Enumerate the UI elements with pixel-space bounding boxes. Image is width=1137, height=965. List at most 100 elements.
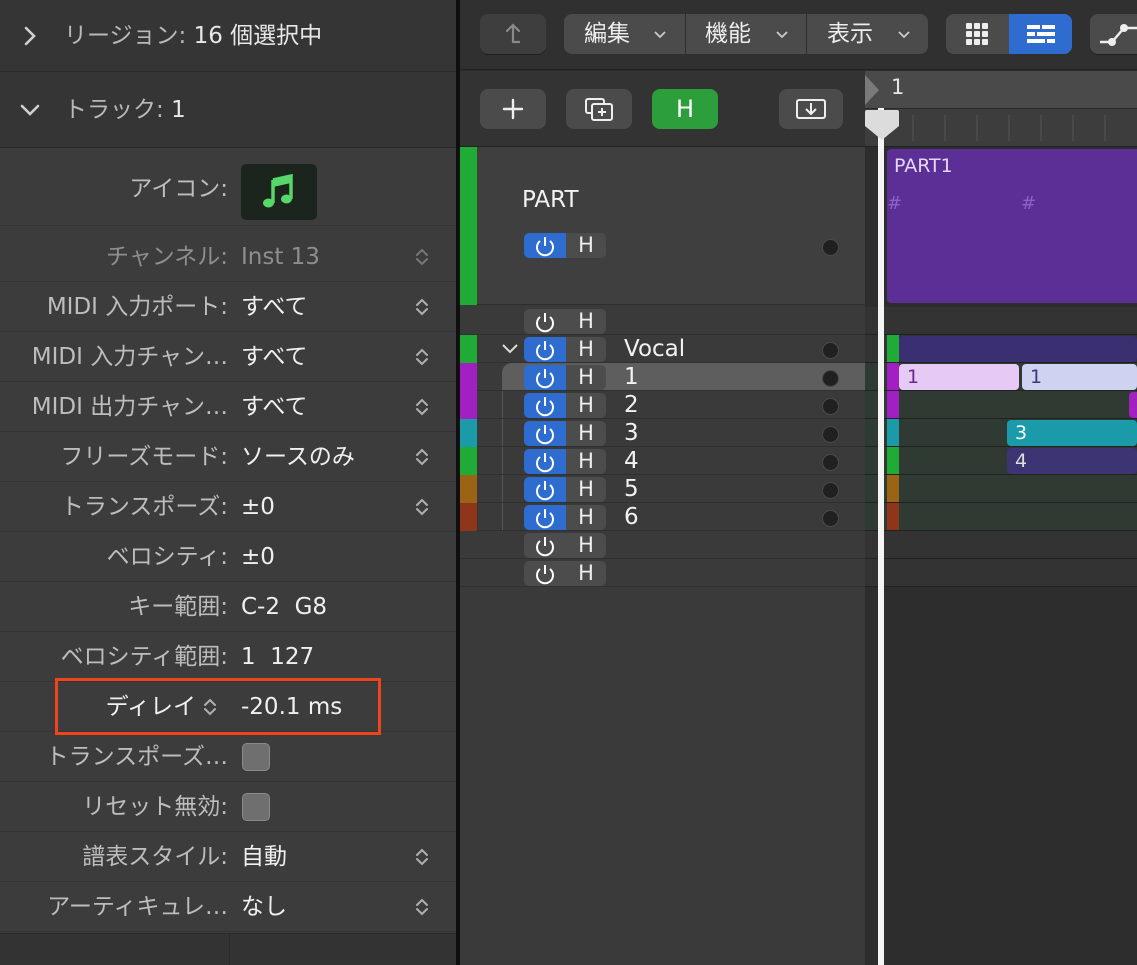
folder-region-part1[interactable]: PART1 # # [887, 149, 1137, 303]
no-reset-checkbox[interactable] [242, 793, 270, 821]
track-power-button[interactable] [524, 337, 566, 362]
param-value[interactable]: C-2 G8 [241, 582, 327, 632]
automation-button[interactable] [1090, 14, 1137, 54]
track-name[interactable]: 1 [624, 363, 639, 391]
tracks-view-button[interactable] [1009, 14, 1072, 54]
param-value[interactable]: ±0 [241, 532, 275, 582]
region-inspector-header[interactable]: リージョン: 16 個選択中 [0, 0, 456, 72]
menu-edit[interactable]: 編集 [584, 14, 630, 54]
midi-region[interactable] [1129, 392, 1137, 418]
midi-region[interactable]: 4 [1007, 448, 1137, 474]
param-midi-out-channel[interactable]: MIDI 出力チャン… すべて [0, 382, 456, 432]
track-record-dot[interactable] [822, 342, 839, 359]
track-row[interactable]: H3 [460, 419, 865, 447]
track-name[interactable]: Vocal [624, 335, 685, 363]
chevron-down-icon[interactable] [16, 96, 44, 124]
midi-region[interactable]: 1 [899, 364, 1019, 390]
param-midi-in-port[interactable]: MIDI 入力ポート: すべて [0, 282, 456, 332]
region-sliver[interactable] [887, 335, 899, 362]
track-record-dot[interactable] [822, 510, 839, 527]
track-power-button[interactable] [524, 309, 566, 334]
track-power-button[interactable] [524, 365, 566, 390]
param-value[interactable]: Inst 13 [241, 232, 320, 282]
folder-record-dot[interactable] [822, 239, 839, 256]
track-power-button[interactable] [524, 449, 566, 474]
folder-track-name[interactable]: PART [522, 187, 579, 213]
region-sliver[interactable] [887, 447, 899, 474]
param-value[interactable]: なし [241, 882, 287, 932]
folder-hide-button[interactable]: H [566, 233, 606, 258]
folder-power-button[interactable] [524, 233, 566, 258]
track-hide-button[interactable]: H [566, 561, 606, 586]
region-sliver[interactable] [887, 391, 899, 418]
track-lane[interactable] [865, 531, 1137, 559]
track-record-dot[interactable] [822, 426, 839, 443]
transpose-checkbox[interactable] [242, 743, 270, 771]
chevron-right-icon[interactable] [16, 22, 44, 50]
track-record-dot[interactable] [822, 482, 839, 499]
track-hide-button[interactable]: H [566, 337, 606, 362]
marker-ruler[interactable] [865, 109, 1137, 147]
menu-functions[interactable]: 機能 [705, 14, 751, 54]
track-row[interactable]: H4 [460, 447, 865, 475]
track-row[interactable]: H2 [460, 391, 865, 419]
track-record-dot[interactable] [822, 398, 839, 415]
track-icon-picker[interactable] [241, 164, 317, 220]
track-name[interactable]: 2 [624, 391, 639, 419]
track-record-dot[interactable] [822, 370, 839, 387]
param-transpose[interactable]: トランスポーズ: ±0 [0, 482, 456, 532]
midi-region[interactable] [899, 336, 1137, 362]
updown-chevron-icon[interactable] [410, 395, 434, 419]
param-channel[interactable]: チャンネル: Inst 13 [0, 232, 456, 282]
param-value[interactable]: 自動 [241, 832, 287, 882]
folder-track-row[interactable]: PART H [460, 147, 865, 305]
track-inspector-header[interactable]: トラック: 1 [0, 72, 456, 148]
track-power-button[interactable] [524, 505, 566, 530]
catch-button[interactable] [779, 89, 843, 129]
param-no-reset[interactable]: リセット無効: [0, 782, 456, 832]
grid-view-icon[interactable] [963, 22, 991, 46]
track-hide-button[interactable]: H [566, 449, 606, 474]
disclosure-chevron-icon[interactable] [500, 341, 520, 357]
param-velocity[interactable]: ベロシティ: ±0 [0, 532, 456, 582]
duplicate-track-button[interactable] [566, 89, 632, 129]
param-value[interactable]: すべて [241, 332, 307, 382]
midi-region[interactable]: 3 [1007, 420, 1137, 446]
track-hide-button[interactable]: H [566, 505, 606, 530]
updown-chevron-icon[interactable] [410, 845, 434, 869]
updown-chevron-icon[interactable] [410, 495, 434, 519]
track-power-button[interactable] [524, 393, 566, 418]
param-articulation[interactable]: アーティキュレ… なし [0, 882, 456, 932]
playhead-line[interactable] [878, 108, 884, 965]
updown-chevron-icon[interactable] [410, 895, 434, 919]
region-sliver[interactable] [887, 503, 899, 530]
updown-chevron-icon[interactable] [410, 295, 434, 319]
track-lane[interactable] [865, 503, 1137, 531]
track-row[interactable]: H [460, 531, 865, 559]
track-hide-button[interactable]: H [566, 393, 606, 418]
param-transpose-option[interactable]: トランスポーズ… [0, 732, 456, 782]
track-hide-button[interactable]: H [566, 309, 606, 334]
track-name[interactable]: 3 [624, 419, 639, 447]
add-track-button[interactable] [480, 89, 546, 129]
track-hide-button[interactable]: H [566, 365, 606, 390]
param-value[interactable]: 1 127 [241, 632, 314, 682]
param-midi-in-channel[interactable]: MIDI 入力チャン… すべて [0, 332, 456, 382]
track-power-button[interactable] [524, 421, 566, 446]
track-lane[interactable] [865, 559, 1137, 587]
param-value[interactable]: ±0 [241, 482, 275, 532]
arrange-area[interactable]: PART1 # # 11 34 [865, 147, 1137, 965]
track-hide-button[interactable]: H [566, 477, 606, 502]
go-up-button[interactable] [480, 14, 546, 54]
track-name[interactable]: 5 [624, 475, 639, 503]
region-sliver[interactable] [887, 419, 899, 446]
track-row[interactable]: H5 [460, 475, 865, 503]
playhead-handle[interactable] [863, 108, 901, 142]
track-name[interactable]: 4 [624, 447, 639, 475]
hide-tracks-button[interactable]: H [652, 89, 718, 129]
track-name[interactable]: 6 [624, 503, 639, 531]
param-velocity-range[interactable]: ベロシティ範囲: 1 127 [0, 632, 456, 682]
region-sliver[interactable] [887, 475, 899, 502]
track-row[interactable]: H [460, 559, 865, 587]
track-lane[interactable] [865, 475, 1137, 503]
